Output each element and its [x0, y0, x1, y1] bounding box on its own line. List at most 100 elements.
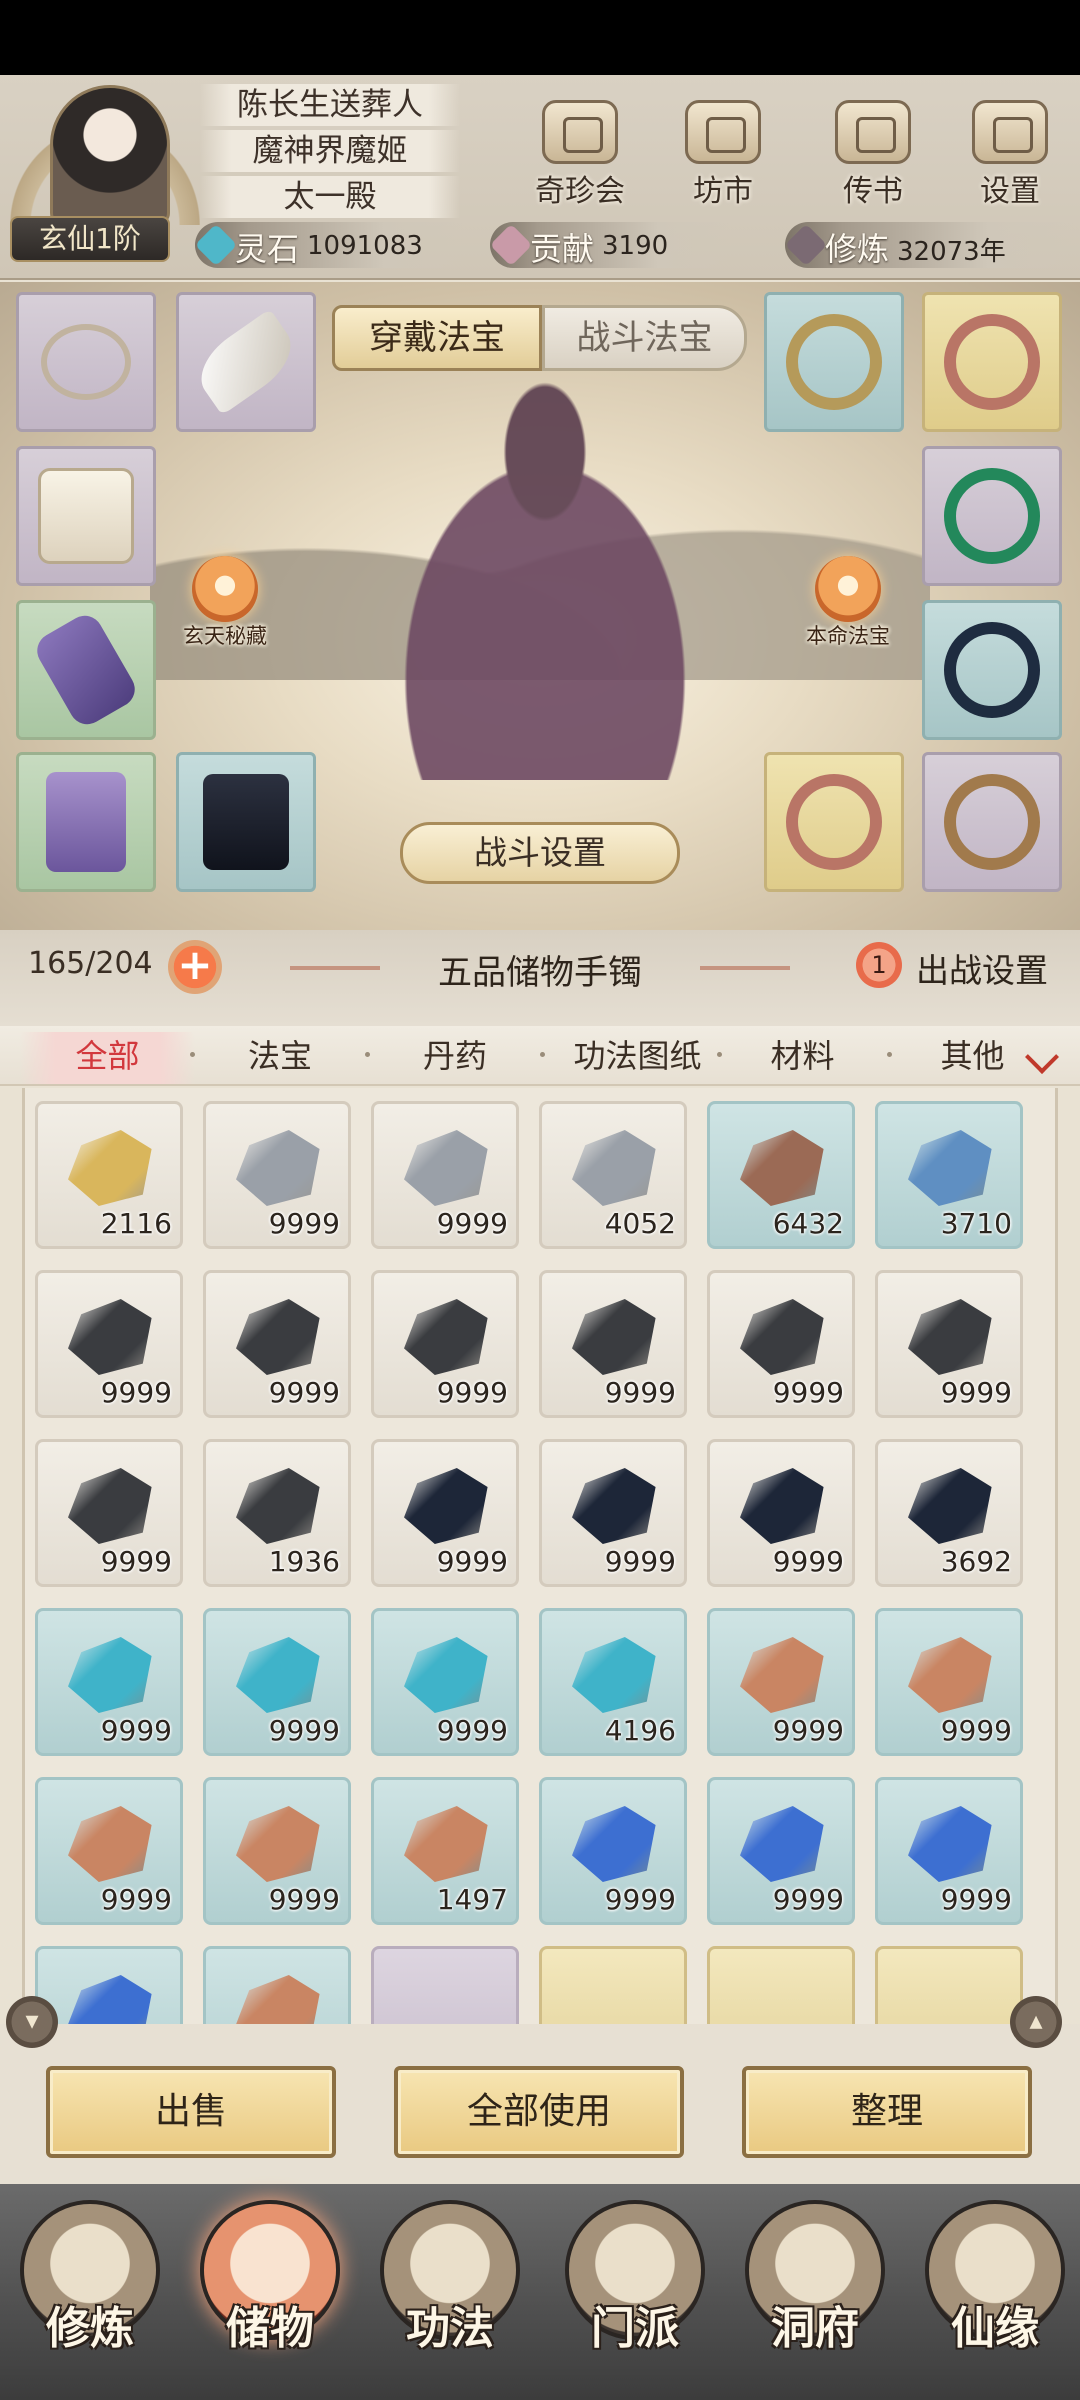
secret-vault-button[interactable]: 玄天秘藏	[165, 556, 285, 650]
item-count: 9999	[940, 1376, 1012, 1409]
inventory-cell[interactable]: 9999	[203, 1270, 351, 1418]
nav-techniques[interactable]: 功法	[370, 2200, 530, 2390]
sapphire-ore-icon	[908, 1806, 992, 1882]
inventory-cell[interactable]: 9999	[707, 1270, 855, 1418]
treasure-auction-button[interactable]: 奇珍会	[525, 100, 635, 210]
inventory-cell[interactable]: 9999	[35, 1270, 183, 1418]
equip-slot-ring-5[interactable]	[764, 752, 904, 892]
equip-slot-boots[interactable]	[176, 752, 316, 892]
inventory-cell[interactable]: 9999	[539, 1270, 687, 1418]
avatar[interactable]	[10, 85, 200, 235]
inventory-cell[interactable]: 9999	[371, 1101, 519, 1249]
equip-slot-gloves[interactable]	[16, 600, 156, 740]
inventory-cell[interactable]: 1936	[203, 1439, 351, 1587]
inventory-cell[interactable]: 3710	[875, 1101, 1023, 1249]
inventory-cell[interactable]: 9999	[35, 1608, 183, 1756]
inventory-cell[interactable]: 4196	[539, 1608, 687, 1756]
nav-storage[interactable]: 储物	[190, 2200, 350, 2390]
spirit-stone-icon	[194, 223, 238, 267]
title-1: 陈长生送葬人	[200, 84, 460, 126]
inventory-cell[interactable]: 9999	[371, 1608, 519, 1756]
item-count: 9999	[436, 1207, 508, 1240]
inventory-cell[interactable]: 9999	[371, 1439, 519, 1587]
expand-capacity-button[interactable]: +	[168, 940, 222, 994]
equip-slot-ring-2[interactable]	[922, 292, 1062, 432]
inventory-cell[interactable]: 9999	[203, 1777, 351, 1925]
market-button[interactable]: 坊市	[668, 100, 778, 210]
equip-slot-feather[interactable]	[176, 292, 316, 432]
inventory-cell[interactable]: 6432	[707, 1101, 855, 1249]
scroll-up-icon[interactable]: ▴	[1010, 1996, 1062, 2048]
inventory-cell[interactable]: 9999	[875, 1608, 1023, 1756]
inventory-cell[interactable]: 9999	[203, 1101, 351, 1249]
item-grid[interactable]: 2355284417039999999923142116999999994052…	[22, 1088, 1058, 2024]
sort-button[interactable]: 整理	[742, 2066, 1032, 2158]
inventory-cell[interactable]	[203, 1946, 351, 2024]
copper-ore-icon	[236, 1975, 320, 2024]
equip-slot-pants[interactable]	[16, 752, 156, 892]
cyan-ore-icon	[68, 1637, 152, 1713]
mail-button[interactable]: 传书	[818, 100, 928, 210]
inventory-cell[interactable]: 9999	[875, 1777, 1023, 1925]
tab-materials[interactable]: 材料	[725, 1030, 880, 1082]
tab-all[interactable]: 全部	[20, 1030, 195, 1082]
battle-settings-button[interactable]: 战斗设置	[400, 822, 680, 884]
inventory-cell[interactable]: 9999	[707, 1439, 855, 1587]
sapphire-ore-icon	[572, 1806, 656, 1882]
darkcrystal-ore-icon	[740, 1468, 824, 1544]
contribution-counter: 贡献 3190	[489, 222, 730, 268]
equip-slot-ring-1[interactable]	[764, 292, 904, 432]
inventory-cell[interactable]: 9999	[875, 1270, 1023, 1418]
nav-destiny[interactable]: 仙缘	[915, 2200, 1075, 2390]
item-count: 9999	[604, 1883, 676, 1916]
tab-manuals[interactable]: 功法图纸	[545, 1030, 730, 1082]
nav-cultivation[interactable]: 修炼	[10, 2200, 170, 2390]
settings-button[interactable]: 设置	[955, 100, 1065, 210]
darkcrystal-ore-icon	[908, 1468, 992, 1544]
equip-slot-ring-3[interactable]	[922, 446, 1062, 586]
inventory-cell[interactable]: 9999	[707, 1777, 855, 1925]
ring-icon	[786, 314, 882, 410]
natal-treasure-button[interactable]: 本命法宝	[788, 556, 908, 650]
storage-capacity: 165/204	[28, 946, 153, 981]
cultivation-counter: 修炼 32073年	[784, 222, 1075, 268]
item-count: 3710	[940, 1207, 1012, 1240]
nav-cave-dwelling[interactable]: 洞府	[735, 2200, 895, 2390]
inventory-cell[interactable]: 3692	[875, 1439, 1023, 1587]
nav-sect[interactable]: 门派	[555, 2200, 715, 2390]
inventory-cell[interactable]: 9999	[35, 1777, 183, 1925]
inventory-cell[interactable]: 9999	[371, 1270, 519, 1418]
item-count: 9999	[268, 1714, 340, 1747]
sell-button[interactable]: 出售	[46, 2066, 336, 2158]
inventory-cell[interactable]	[371, 1946, 519, 2024]
inventory-cell[interactable]: 9999	[203, 1608, 351, 1756]
copper-ore-icon	[908, 1637, 992, 1713]
inventory-cell[interactable]	[539, 1946, 687, 2024]
tab-pills[interactable]: 丹药	[375, 1030, 535, 1082]
inventory-cell[interactable]	[875, 1946, 1023, 2024]
inventory-cell[interactable]: 9999	[539, 1439, 687, 1587]
inventory-cell[interactable]	[35, 1946, 183, 2024]
deploy-settings-button[interactable]: 出战设置	[916, 944, 1048, 992]
inventory-cell[interactable]: 1497	[371, 1777, 519, 1925]
jade-ring-icon	[944, 468, 1040, 564]
scroll-down-icon[interactable]: ▾	[6, 1996, 58, 2048]
inventory-cell[interactable]: 2116	[35, 1101, 183, 1249]
use-all-button[interactable]: 全部使用	[394, 2066, 684, 2158]
equip-slot-robe[interactable]	[16, 446, 156, 586]
cyan-ore-icon	[572, 1637, 656, 1713]
inventory-cell[interactable]: 9999	[539, 1777, 687, 1925]
tab-worn-treasures[interactable]: 穿戴法宝	[332, 305, 542, 371]
inventory-cell[interactable]	[707, 1946, 855, 2024]
equip-slot-ring-4[interactable]	[922, 600, 1062, 740]
equip-slot-bracelet[interactable]	[16, 292, 156, 432]
tab-treasures[interactable]: 法宝	[200, 1030, 360, 1082]
copper-ore-icon	[740, 1637, 824, 1713]
inventory-cell[interactable]: 9999	[707, 1608, 855, 1756]
inventory-cell[interactable]: 9999	[35, 1439, 183, 1587]
tab-battle-treasures[interactable]: 战斗法宝	[542, 305, 747, 371]
equip-slot-ring-6[interactable]	[922, 752, 1062, 892]
inventory-cell[interactable]: 4052	[539, 1101, 687, 1249]
item-count: 9999	[604, 1376, 676, 1409]
black-ore-icon	[68, 1299, 152, 1375]
